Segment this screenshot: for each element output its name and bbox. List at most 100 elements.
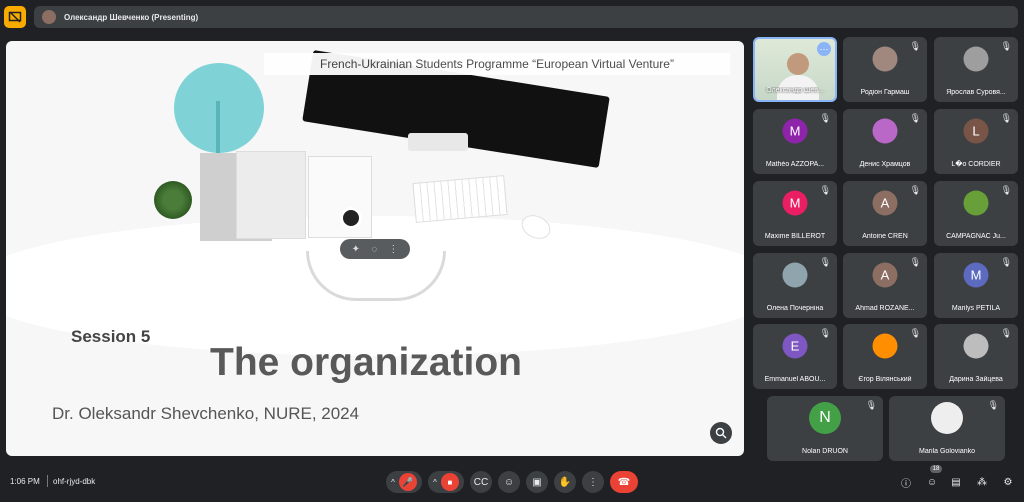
mic-off-icon[interactable]: 🎤: [398, 473, 417, 491]
participant-name: Antoine CREN: [862, 233, 908, 240]
participant-tile[interactable]: 🎙 M Maxime BILLEROT: [753, 181, 837, 246]
participant-tile[interactable]: 🎙 M Mathéo AZZOPA...: [753, 109, 837, 174]
participant-tile[interactable]: 🎙 M Marilys PETILA: [934, 253, 1018, 318]
chevron-up-icon[interactable]: ^: [433, 478, 437, 487]
participant-name: Ярослав Суровя...: [946, 89, 1006, 96]
mic-off-icon: 🎙: [1000, 113, 1012, 123]
mic-off-icon: 🎙: [1000, 41, 1012, 51]
info-icon[interactable]: ⓘ: [898, 474, 914, 490]
more-icon: ⋮: [588, 476, 598, 488]
chat-icon[interactable]: ▤: [948, 474, 964, 490]
avatar: M: [963, 262, 989, 288]
zoom-button[interactable]: [710, 422, 732, 444]
presenting-label: Олександр Шевченко (Presenting): [64, 12, 199, 22]
lock-icon[interactable]: ⚙: [1000, 474, 1016, 490]
present-button[interactable]: ▣: [526, 471, 548, 493]
participant-tile[interactable]: 🎙 E Emmanuel ABOU...: [753, 324, 837, 389]
meet-window: Олександр Шевченко (Presenting) French-U…: [0, 0, 1024, 502]
emoji-button[interactable]: ☺: [498, 471, 520, 493]
leave-call-button[interactable]: ☎: [610, 471, 638, 493]
mic-off-icon: 🎙: [1000, 328, 1012, 338]
slide-author: Dr. Oleksandr Shevchenko, NURE, 2024: [52, 404, 360, 423]
monitor-stand-image: [408, 133, 468, 151]
participant-name: Олександр Шев...: [766, 87, 824, 94]
participant-tile[interactable]: ⋯ Олександр Шев...: [753, 37, 837, 102]
camera-off-icon[interactable]: ■: [440, 473, 459, 491]
people-icon[interactable]: ☺: [924, 474, 940, 490]
mic-off-icon: 🎙: [909, 257, 921, 267]
presentation-slide[interactable]: French-Ukrainian Students Programme “Eur…: [6, 41, 744, 456]
avatar: [872, 46, 898, 72]
avatar: [782, 262, 808, 288]
participant-tile[interactable]: 🎙 CAMPAGNAC Ju...: [934, 181, 1018, 246]
participant-tile[interactable]: 🎙 Олена Почерніна: [753, 253, 837, 318]
participant-name: Marila Golovianko: [918, 448, 976, 455]
more-options-button[interactable]: ⋮: [582, 471, 604, 493]
mic-off-icon: 🎙: [819, 113, 831, 123]
coffee-cup-image: [340, 207, 362, 229]
mic-button[interactable]: ^ 🎤: [386, 471, 422, 493]
mic-off-icon: 🎙: [819, 328, 831, 338]
avatar: [963, 46, 989, 72]
mic-off-icon: 🎙: [819, 257, 831, 267]
participant-name: Mathéo AZZOPA...: [765, 161, 825, 168]
chevron-up-icon[interactable]: ^: [391, 478, 395, 487]
present-icon: ▣: [532, 476, 542, 488]
avatar: E: [782, 333, 808, 359]
activities-icon[interactable]: ⁂: [974, 474, 990, 490]
participant-tile[interactable]: 🎙 A Antoine CREN: [843, 181, 927, 246]
mic-off-icon: 🎙: [1000, 257, 1012, 267]
participant-name: Єгор Вілянський: [858, 376, 912, 383]
meeting-time: 1:06 PM: [10, 477, 40, 486]
participant-name: Олена Почерніна: [766, 305, 824, 312]
meeting-code[interactable]: ohf-rjyd-dbk: [53, 477, 95, 486]
avatar: [931, 402, 963, 435]
more-tile-icon[interactable]: ⋮: [388, 244, 398, 255]
avatar: [872, 118, 898, 144]
mute-tile-icon[interactable]: ◌: [371, 244, 377, 255]
notepad-image: [308, 156, 372, 238]
mic-off-icon: 🎙: [1000, 185, 1012, 195]
participant-name: Marilys PETILA: [951, 305, 1001, 312]
more-icon[interactable]: ⋯: [817, 42, 831, 56]
mic-off-icon: 🎙: [909, 185, 921, 195]
mic-off-icon: 🎙: [909, 113, 921, 123]
participant-tile[interactable]: 🎙 N Nolan DRUON: [767, 396, 883, 461]
participant-tile[interactable]: 🎙 Єгор Вілянський: [843, 324, 927, 389]
presenting-banner[interactable]: Олександр Шевченко (Presenting): [34, 6, 1018, 28]
plant-image: [154, 181, 192, 219]
participant-name: L�o CORDIER: [951, 161, 1001, 168]
mic-off-icon: 🎙: [909, 328, 921, 338]
participant-tile[interactable]: 🎙 A Ahmad ROZANE...: [843, 253, 927, 318]
avatar: L: [963, 118, 989, 144]
raise-hand-button[interactable]: ✋: [554, 471, 576, 493]
hangup-icon: ☎: [617, 476, 631, 488]
participant-tile[interactable]: 🎙 Дарина Зайцева: [934, 324, 1018, 389]
presenting-icon[interactable]: [4, 6, 26, 28]
participant-tile[interactable]: 🎙 Денис Храмцов: [843, 109, 927, 174]
participant-name: CAMPAGNAC Ju...: [946, 233, 1006, 240]
zoom-icon: [715, 427, 727, 439]
pin-icon[interactable]: ✦: [352, 244, 360, 255]
paper-image: [236, 151, 306, 239]
participant-tile[interactable]: 🎙 L L�o CORDIER: [934, 109, 1018, 174]
participant-name: Денис Храмцов: [859, 161, 911, 168]
slide-control-pill[interactable]: ✦ ◌ ⋮: [340, 239, 410, 259]
participant-name: Дарина Зайцева: [949, 376, 1003, 383]
participant-count-badge: 18: [930, 465, 942, 473]
mic-off-icon: 🎙: [909, 41, 921, 51]
participant-video: [787, 53, 809, 75]
mic-off-icon: 🎙: [987, 400, 999, 410]
participant-tile[interactable]: 🎙 Родіон Гармаш: [843, 37, 927, 102]
avatar: M: [782, 118, 808, 144]
participant-tile[interactable]: 🎙 Marila Golovianko: [889, 396, 1005, 461]
mic-off-icon: 🎙: [819, 185, 831, 195]
captions-icon: CC: [473, 476, 489, 488]
avatar: A: [872, 262, 898, 288]
camera-button[interactable]: ^ ■: [428, 471, 464, 493]
participant-tile[interactable]: 🎙 Ярослав Суровя...: [934, 37, 1018, 102]
captions-button[interactable]: CC: [470, 471, 492, 493]
avatar: [963, 190, 989, 216]
avatar: [872, 333, 898, 359]
keyboard-image: [412, 175, 508, 223]
